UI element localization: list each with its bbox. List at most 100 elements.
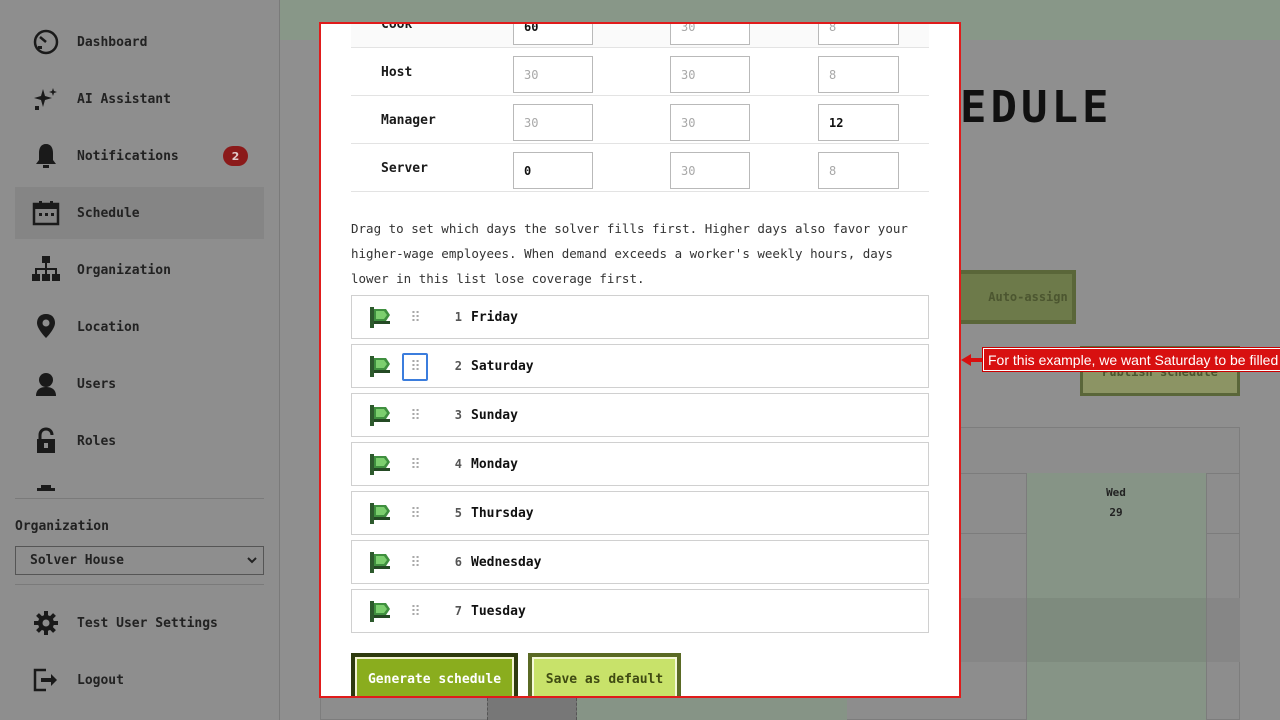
sidebar-item-label: AI Assistant: [77, 91, 171, 107]
priority-rank: 3: [454, 408, 462, 422]
gear-icon: [29, 608, 63, 638]
sidebar-divider: [15, 498, 264, 499]
calendar-day-name: Wed: [1106, 486, 1126, 499]
calendar-cell: [1026, 598, 1206, 662]
drag-handle-icon[interactable]: ⠿: [402, 549, 428, 577]
demand-input[interactable]: [513, 56, 593, 93]
flag-icon: [369, 501, 393, 525]
demand-input[interactable]: [670, 152, 750, 189]
generate-schedule-label: Generate schedule: [355, 657, 514, 698]
sidebar-item-schedule[interactable]: Schedule: [15, 187, 264, 239]
save-as-default-button[interactable]: Save as default: [528, 653, 681, 698]
priority-day-name: Tuesday: [471, 603, 526, 619]
sidebar-item-roles[interactable]: Roles: [15, 415, 264, 467]
organization-select-value: Solver House: [30, 553, 124, 568]
organization-label: Organization: [15, 519, 109, 534]
annotation-callout: For this example, we want Saturday to be…: [981, 347, 1280, 372]
drag-handle-icon[interactable]: ⠿: [402, 353, 428, 381]
generate-schedule-button[interactable]: Generate schedule: [351, 653, 518, 698]
menu-icon: [29, 483, 63, 497]
demand-input[interactable]: [513, 152, 593, 189]
lock-icon: [29, 426, 63, 456]
priority-day-item[interactable]: ⠿ 6 Wednesday: [351, 540, 929, 584]
demand-input[interactable]: [818, 152, 899, 189]
sidebar-item-organization[interactable]: Organization: [15, 244, 264, 296]
role-name: Server: [381, 160, 428, 176]
demand-input[interactable]: [513, 104, 593, 141]
calendar-day-number: 29: [1109, 506, 1123, 519]
save-as-default-label: Save as default: [532, 657, 677, 698]
table-row: Manager: [351, 96, 929, 144]
priority-day-name: Thursday: [471, 505, 534, 521]
drag-handle-icon[interactable]: ⠿: [402, 402, 428, 430]
flag-icon: [369, 354, 393, 378]
flag-icon: [369, 403, 393, 427]
sidebar-item-label: Test User Settings: [77, 615, 218, 631]
org-chart-icon: [29, 255, 63, 285]
calendar-cell: [577, 698, 847, 720]
priority-day-item[interactable]: ⠿ 4 Monday: [351, 442, 929, 486]
dashboard-icon: [29, 27, 63, 57]
sidebar-item-label: Logout: [77, 672, 124, 688]
annotation-arrow-icon: [961, 354, 985, 366]
flag-icon: [369, 550, 393, 574]
demand-input[interactable]: [670, 104, 750, 141]
sidebar-item-dashboard[interactable]: Dashboard: [15, 16, 264, 68]
priority-day-item[interactable]: ⠿ 2 Saturday: [351, 344, 929, 388]
sidebar-item-label: Location: [77, 319, 140, 335]
role-name: Manager: [381, 112, 436, 128]
sidebar-item-notifications[interactable]: Notifications 2: [15, 130, 264, 182]
drag-handle-icon[interactable]: ⠿: [402, 500, 428, 528]
priority-day-name: Wednesday: [471, 554, 542, 570]
priority-day-name: Monday: [471, 456, 518, 472]
role-name: Cook: [381, 22, 413, 32]
sidebar-item-location[interactable]: Location: [15, 301, 264, 353]
sidebar-item-test-user-settings[interactable]: Test User Settings: [15, 597, 264, 649]
priority-day-item[interactable]: ⠿ 1 Friday: [351, 295, 929, 339]
priority-rank: 5: [454, 506, 462, 520]
priority-rank: 4: [454, 457, 462, 471]
sidebar-item-label: Roles: [77, 433, 117, 449]
generate-schedule-modal: Cook Host Manager Server Drag to set whi…: [320, 22, 961, 698]
sidebar-item-ai-assistant[interactable]: AI Assistant: [15, 73, 264, 125]
demand-input[interactable]: [818, 104, 899, 141]
priority-day-name: Saturday: [471, 358, 534, 374]
demand-table: Cook Host Manager Server: [351, 22, 929, 192]
organization-select[interactable]: Solver House: [15, 546, 264, 575]
flag-icon: [369, 452, 393, 476]
flag-icon: [369, 305, 393, 329]
bell-icon: [29, 141, 63, 171]
priority-help-text: Drag to set which days the solver fills …: [351, 221, 908, 286]
priority-day-item[interactable]: ⠿ 7 Tuesday: [351, 589, 929, 633]
priority-rank: 7: [454, 604, 462, 618]
sidebar-item-label: Schedule: [77, 205, 140, 221]
sidebar-item-logout[interactable]: Logout: [15, 654, 264, 706]
auto-assign-label: Auto-assign: [988, 290, 1068, 304]
priority-day-name: Sunday: [471, 407, 518, 423]
sidebar-divider: [15, 584, 264, 585]
calendar-icon: [29, 198, 63, 228]
priority-day-item[interactable]: ⠿ 3 Sunday: [351, 393, 929, 437]
notification-count-badge: 2: [223, 146, 248, 166]
table-row: Server: [351, 144, 929, 192]
calendar-shift-block[interactable]: [487, 698, 577, 720]
priority-day-item[interactable]: ⠿ 5 Thursday: [351, 491, 929, 535]
sidebar-item-users[interactable]: Users: [15, 358, 264, 410]
user-icon: [29, 369, 63, 399]
drag-handle-icon[interactable]: ⠿: [402, 304, 428, 332]
demand-input[interactable]: [670, 22, 750, 45]
drag-handle-icon[interactable]: ⠿: [402, 598, 428, 626]
flag-icon: [369, 599, 393, 623]
demand-input[interactable]: [818, 56, 899, 93]
demand-input[interactable]: [670, 56, 750, 93]
map-pin-icon: [29, 312, 63, 342]
drag-handle-icon[interactable]: ⠿: [402, 451, 428, 479]
demand-input[interactable]: [818, 22, 899, 45]
logout-icon: [29, 665, 63, 695]
auto-assign-button[interactable]: Auto-assign: [950, 270, 1076, 324]
sparkle-icon: [29, 84, 63, 114]
priority-rank: 1: [454, 310, 462, 324]
sidebar-item-more[interactable]: [15, 472, 264, 497]
table-row: Cook: [351, 22, 929, 48]
demand-input[interactable]: [513, 22, 593, 45]
